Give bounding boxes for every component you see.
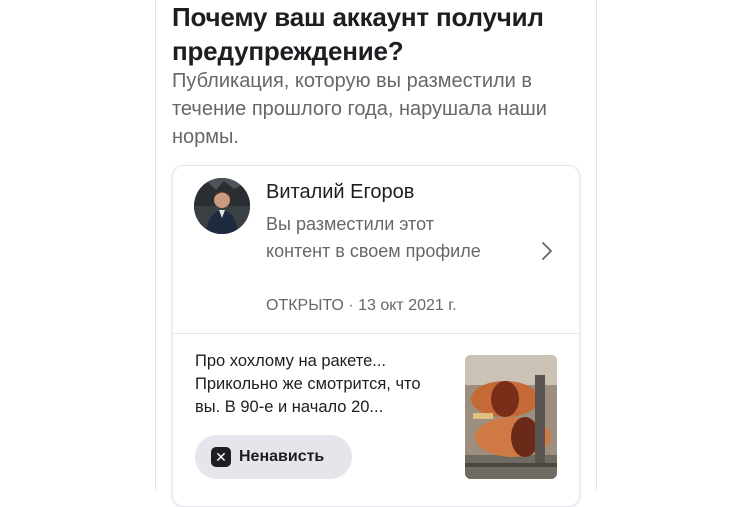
post-description: Вы разместили этот контент в своем профи…: [266, 214, 481, 261]
post-card[interactable]: Виталий Егоров Вы разместили этот контен…: [172, 165, 580, 507]
post-meta: ОТКРЫТО · 13 окт 2021 г.: [266, 297, 457, 314]
page-title: Почему ваш аккаунт получил предупреждени…: [172, 2, 544, 66]
violation-tag-label: Ненависть: [239, 448, 325, 465]
post-text[interactable]: Про хохлому на ракете... Прикольно же см…: [195, 350, 447, 419]
close-square-icon: ✕: [211, 447, 231, 467]
post-thumbnail[interactable]: [465, 355, 557, 479]
post-author[interactable]: Виталий Егоров: [266, 179, 414, 205]
violation-tag[interactable]: ✕ Ненависть: [195, 435, 352, 479]
chevron-right-icon[interactable]: [537, 239, 557, 263]
divider: [173, 333, 579, 334]
avatar[interactable]: [194, 178, 250, 234]
page-subtitle: Публикация, которую вы разместили в тече…: [172, 70, 547, 148]
